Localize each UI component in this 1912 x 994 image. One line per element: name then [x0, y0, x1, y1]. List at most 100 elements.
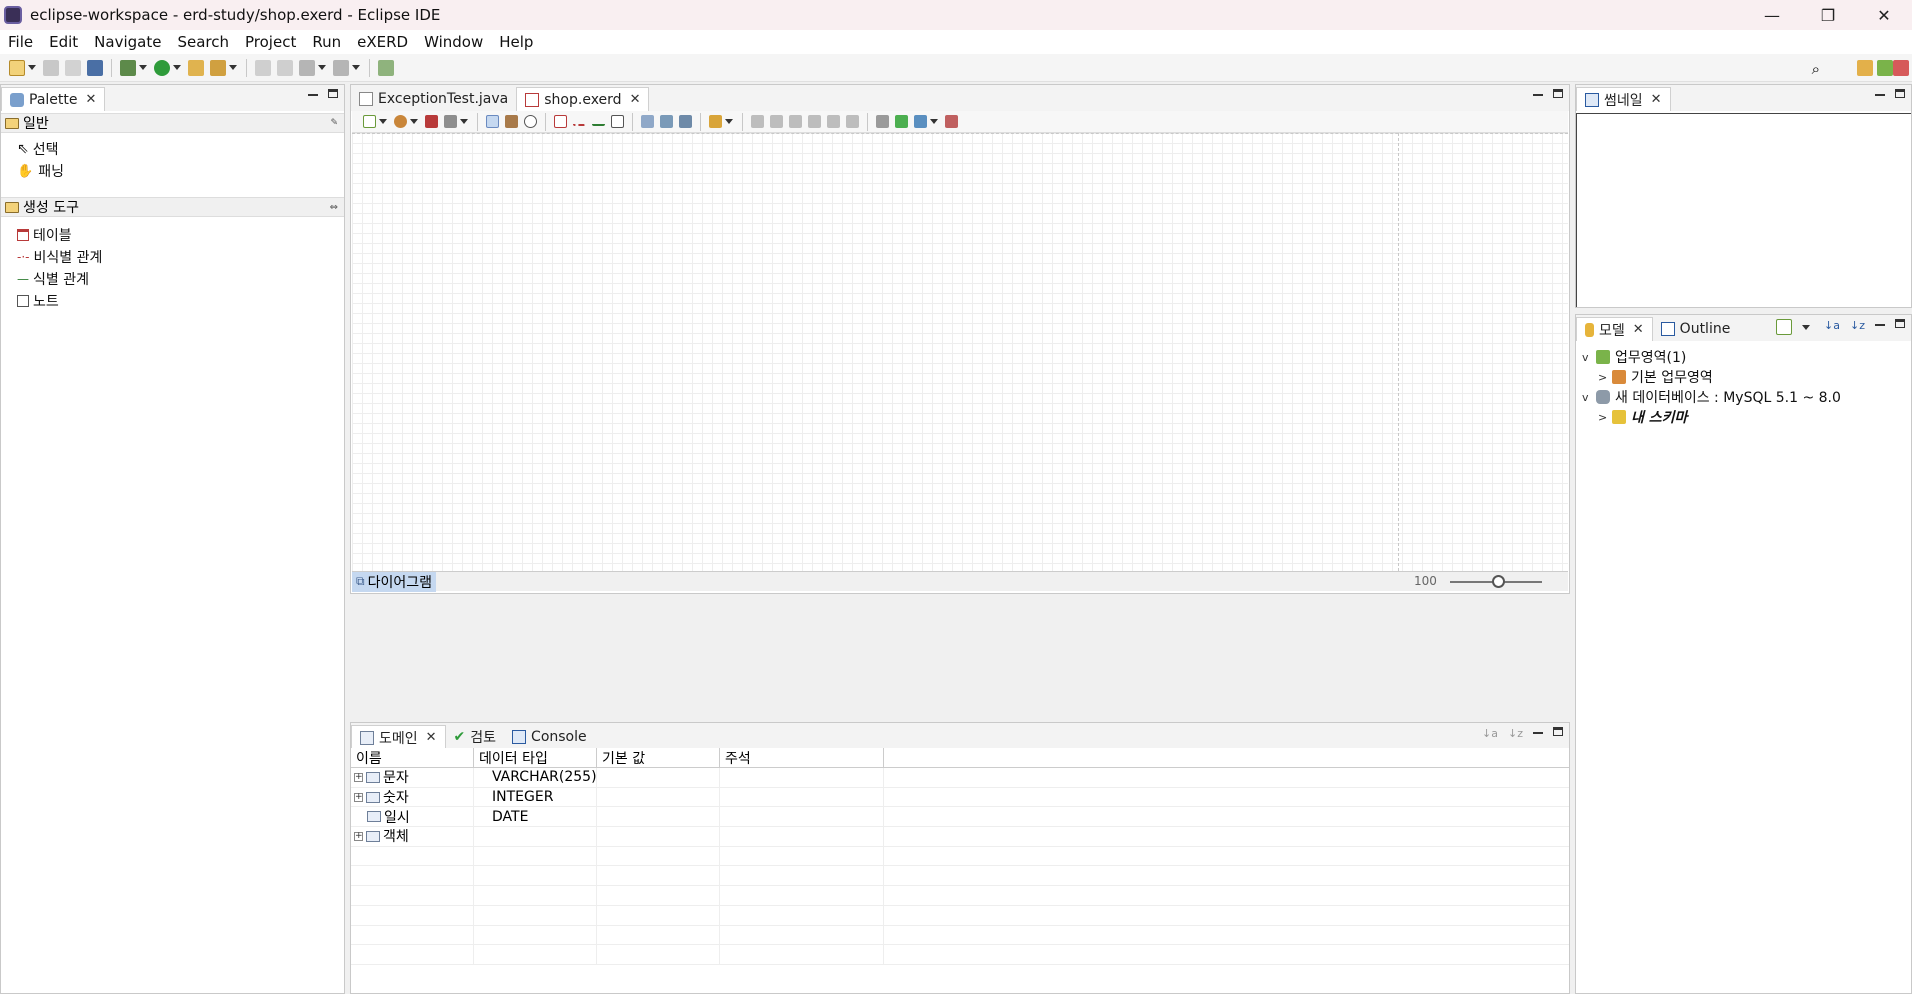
- table-tool-icon[interactable]: [554, 115, 567, 128]
- align-right-icon[interactable]: [789, 115, 802, 128]
- new-model-icon[interactable]: [1776, 319, 1793, 335]
- thumbnail-area[interactable]: [1576, 113, 1911, 307]
- maximize-view-icon[interactable]: [1895, 319, 1905, 328]
- tab-diagram[interactable]: ⧉ 다이어그램: [352, 571, 436, 592]
- close-icon[interactable]: ✕: [86, 92, 97, 107]
- palette-identifying[interactable]: — 식별 관계: [17, 269, 89, 289]
- paste-icon[interactable]: [444, 115, 457, 128]
- expand-icon[interactable]: +: [354, 772, 363, 782]
- exerd-perspective-icon[interactable]: [1893, 60, 1909, 76]
- validate-icon[interactable]: [709, 115, 722, 128]
- sort-icon[interactable]: ↓a: [1824, 319, 1840, 335]
- menu-search[interactable]: Search: [169, 33, 237, 51]
- next-annotation-icon[interactable]: [277, 59, 293, 76]
- debug-perspective-icon[interactable]: [1877, 60, 1893, 76]
- table-row[interactable]: 일시 DATE: [351, 807, 1569, 828]
- report-icon[interactable]: [945, 115, 958, 128]
- select-tool-icon[interactable]: [486, 115, 499, 128]
- debug-icon[interactable]: [120, 59, 136, 76]
- palette-group-general[interactable]: 일반 ✎: [1, 113, 344, 133]
- print-icon[interactable]: [660, 115, 673, 128]
- note-tool-icon[interactable]: [611, 115, 624, 128]
- non-identifying-tool-icon[interactable]: [573, 118, 586, 126]
- minimize-view-icon[interactable]: [1533, 732, 1543, 734]
- forward-icon[interactable]: [333, 59, 349, 76]
- table-row[interactable]: + 문자 VARCHAR(255): [351, 768, 1569, 788]
- close-icon[interactable]: ✕: [426, 730, 437, 745]
- minimize-view-icon[interactable]: [308, 94, 318, 96]
- close-icon[interactable]: ✕: [1651, 92, 1662, 107]
- table-row[interactable]: + 숫자 INTEGER: [351, 787, 1569, 808]
- close-icon[interactable]: ✕: [630, 92, 641, 107]
- close-icon[interactable]: ✕: [1633, 322, 1644, 337]
- palette-group-create[interactable]: 생성 도구 ⇔: [1, 197, 344, 217]
- palette-note[interactable]: 노트: [17, 291, 59, 311]
- column-comment-header[interactable]: 주석: [720, 748, 884, 767]
- erd-canvas[interactable]: [352, 133, 1568, 571]
- tab-thumbnail[interactable]: 썸네일 ✕: [1576, 87, 1671, 111]
- new-diagram-icon[interactable]: [363, 115, 376, 128]
- chevron-down-icon[interactable]: v: [1582, 391, 1596, 404]
- open-perspective-icon[interactable]: [378, 59, 394, 76]
- maximize-view-icon[interactable]: [1553, 89, 1563, 98]
- terminal-icon[interactable]: [87, 59, 103, 76]
- menu-exerd[interactable]: eXERD: [349, 33, 416, 51]
- maximize-view-icon[interactable]: [328, 89, 338, 98]
- minimize-button[interactable]: —: [1744, 0, 1800, 30]
- reverse-engineer-icon[interactable]: [914, 115, 927, 128]
- image-icon[interactable]: [679, 115, 692, 128]
- open-type-icon[interactable]: [188, 59, 204, 76]
- align-center-icon[interactable]: [770, 115, 783, 128]
- new-icon[interactable]: [9, 59, 25, 76]
- menu-window[interactable]: Window: [416, 33, 491, 51]
- save-icon[interactable]: [43, 59, 59, 76]
- palette-select[interactable]: ⇖ 선택: [17, 139, 59, 159]
- close-button[interactable]: ✕: [1856, 0, 1912, 30]
- tab-palette[interactable]: Palette ✕: [1, 87, 106, 111]
- back-icon[interactable]: [299, 59, 315, 76]
- search-tool-icon[interactable]: [210, 59, 226, 76]
- column-name-header[interactable]: 이름: [351, 748, 474, 767]
- menu-navigate[interactable]: Navigate: [86, 33, 169, 51]
- menu-run[interactable]: Run: [304, 33, 349, 51]
- tab-console[interactable]: Console: [504, 725, 595, 749]
- tab-exception-test[interactable]: ExceptionTest.java: [351, 87, 516, 111]
- prev-annotation-icon[interactable]: [255, 59, 271, 76]
- menu-help[interactable]: Help: [491, 33, 541, 51]
- tree-item-database[interactable]: v 새 데이터베이스 : MySQL 5.1 ~ 8.0: [1582, 387, 1841, 407]
- palette-non-identifying[interactable]: -·- 비식별 관계: [17, 247, 102, 267]
- menu-file[interactable]: File: [0, 33, 41, 51]
- palette-pan[interactable]: ✋ 패닝: [17, 161, 64, 181]
- collapse-icon[interactable]: ⇔: [330, 202, 338, 213]
- tab-shop-exerd[interactable]: shop.exerd ✕: [516, 87, 650, 111]
- table-row[interactable]: + 객체: [351, 827, 1569, 847]
- align-bottom-icon[interactable]: [846, 115, 859, 128]
- save-all-icon[interactable]: [65, 59, 81, 76]
- sort-asc-icon[interactable]: ↓a: [1482, 727, 1498, 740]
- open-view-icon[interactable]: [1831, 60, 1847, 76]
- identifying-tool-icon[interactable]: [592, 118, 605, 126]
- sort-desc-icon[interactable]: ↓z: [1508, 727, 1523, 740]
- zoom-tool-icon[interactable]: [524, 115, 537, 128]
- forward-engineer-icon[interactable]: [895, 115, 908, 128]
- expand-icon[interactable]: +: [354, 792, 363, 802]
- tree-item-default-workarea[interactable]: > 기본 업무영역: [1598, 367, 1713, 387]
- align-left-icon[interactable]: [751, 115, 764, 128]
- tab-outline[interactable]: Outline: [1653, 317, 1739, 341]
- tab-review[interactable]: ✔ 검토: [446, 725, 505, 749]
- column-type-header[interactable]: 데이터 타입: [474, 748, 597, 767]
- minimize-view-icon[interactable]: [1533, 94, 1543, 96]
- menu-edit[interactable]: Edit: [41, 33, 86, 51]
- pan-tool-icon[interactable]: [505, 115, 518, 128]
- palette-table[interactable]: 테이블: [17, 225, 72, 245]
- run-icon[interactable]: [154, 59, 170, 76]
- maximize-view-icon[interactable]: [1895, 89, 1905, 98]
- chevron-down-icon[interactable]: v: [1582, 351, 1596, 364]
- tab-model[interactable]: 모델 ✕: [1576, 317, 1653, 341]
- minimize-view-icon[interactable]: [1875, 324, 1885, 326]
- java-perspective-icon[interactable]: [1857, 60, 1873, 76]
- maximize-view-icon[interactable]: [1553, 727, 1563, 736]
- menu-project[interactable]: Project: [237, 33, 304, 51]
- layer-icon[interactable]: [394, 115, 407, 128]
- minimize-view-icon[interactable]: [1875, 94, 1885, 96]
